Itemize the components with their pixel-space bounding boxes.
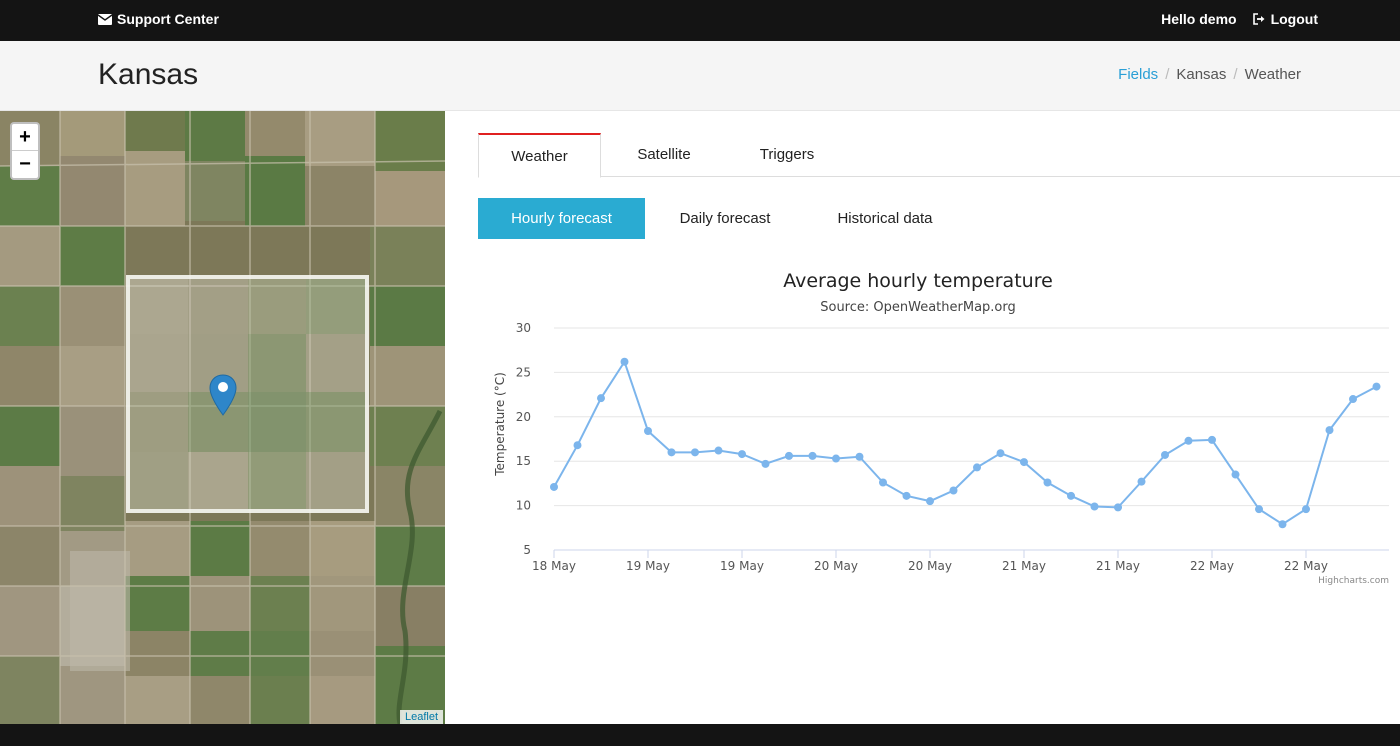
x-tick-label: 19 May — [626, 559, 670, 573]
data-point[interactable] — [1302, 505, 1310, 514]
chart-grid — [554, 327, 1389, 551]
data-point[interactable] — [1090, 502, 1099, 511]
data-point[interactable] — [832, 454, 840, 463]
data-point[interactable] — [973, 463, 981, 472]
satellite-map[interactable]: + − Leaflet — [0, 111, 445, 724]
subtab-historical-data[interactable]: Historical data — [805, 198, 965, 239]
x-tick-label: 22 May — [1284, 559, 1328, 573]
y-tick-label: 5 — [523, 543, 531, 557]
y-tick-label: 15 — [516, 454, 531, 468]
data-point[interactable] — [902, 491, 911, 500]
breadcrumb-kansas: Kansas — [1176, 66, 1227, 83]
x-tick-label: 21 May — [1002, 559, 1046, 573]
x-tick-label: 20 May — [814, 559, 858, 573]
main-tabs: Weather Satellite Triggers — [478, 133, 1400, 178]
field-grid — [130, 279, 365, 509]
y-tick-label: 25 — [516, 365, 531, 379]
logout-link[interactable]: Logout — [1252, 11, 1318, 27]
subtab-hourly-forecast[interactable]: Hourly forecast — [478, 198, 645, 239]
x-tick-label: 21 May — [1096, 559, 1140, 573]
field-boundary[interactable] — [126, 275, 369, 513]
data-point[interactable] — [1020, 458, 1028, 467]
data-point[interactable] — [1255, 505, 1263, 514]
data-point[interactable] — [949, 486, 958, 495]
x-axis-ticks: 18 May 19 May 19 May 20 May 20 May 21 May 21 M… — [532, 550, 1328, 573]
tab-satellite[interactable]: Satellite — [602, 133, 726, 177]
x-tick-label: 19 May — [720, 559, 764, 573]
data-point[interactable] — [1208, 435, 1216, 444]
chart-title: Average hourly temperature — [783, 270, 1053, 292]
brand-label: Support Center — [117, 11, 219, 27]
y-tick-label: 30 — [516, 321, 531, 335]
data-point[interactable] — [1184, 436, 1193, 445]
data-point[interactable] — [926, 497, 934, 506]
data-point[interactable] — [1325, 426, 1334, 435]
zoom-control: + − — [10, 122, 40, 180]
logout-icon — [1252, 13, 1265, 25]
data-point[interactable] — [1278, 520, 1287, 529]
breadcrumb: Fields / Kansas / Weather — [1118, 66, 1301, 83]
data-point[interactable] — [879, 478, 887, 487]
page-title: Kansas — [98, 58, 199, 91]
data-point[interactable] — [573, 441, 582, 450]
series-points — [550, 357, 1381, 529]
footer-bar — [0, 724, 1400, 746]
x-tick-label: 20 May — [908, 559, 952, 573]
breadcrumb-separator: / — [1165, 66, 1170, 83]
page-header: Kansas Fields / Kansas / Weather — [0, 41, 1400, 111]
breadcrumb-separator: / — [1233, 66, 1238, 83]
data-point[interactable] — [714, 446, 723, 455]
data-point[interactable] — [855, 452, 864, 461]
map-marker-icon[interactable] — [209, 374, 237, 416]
data-point[interactable] — [761, 459, 770, 468]
data-point[interactable] — [738, 450, 746, 459]
subtab-daily-forecast[interactable]: Daily forecast — [645, 198, 805, 239]
data-point[interactable] — [1372, 382, 1381, 391]
data-point[interactable] — [785, 451, 793, 460]
zoom-in-button[interactable]: + — [12, 124, 38, 151]
data-point[interactable] — [1137, 477, 1146, 486]
series-line — [553, 359, 1377, 526]
envelope-icon — [98, 13, 112, 25]
breadcrumb-weather: Weather — [1244, 66, 1301, 83]
breadcrumb-fields[interactable]: Fields — [1118, 66, 1158, 83]
leaflet-attribution-link[interactable]: Leaflet — [399, 710, 443, 724]
user-greeting[interactable]: Hello demo — [1161, 11, 1236, 27]
y-axis-ticks: 5 10 15 20 25 30 — [516, 321, 531, 557]
zoom-out-button[interactable]: − — [12, 151, 38, 178]
data-point[interactable] — [1043, 478, 1052, 487]
temperature-chart: Average hourly temperature Source: OpenW… — [493, 270, 1389, 586]
x-tick-label: 22 May — [1190, 559, 1234, 573]
support-center-link[interactable]: Support Center — [98, 11, 219, 27]
data-point[interactable] — [1114, 503, 1122, 512]
x-tick-label: 18 May — [532, 559, 576, 573]
data-point[interactable] — [1067, 491, 1075, 500]
logout-label: Logout — [1270, 11, 1318, 27]
y-tick-label: 20 — [516, 410, 531, 424]
data-point[interactable] — [691, 448, 699, 457]
data-point[interactable] — [620, 357, 629, 366]
data-point[interactable] — [808, 451, 817, 460]
tab-weather[interactable]: Weather — [478, 133, 601, 178]
top-navbar: Support Center Hello demo Logout — [0, 0, 1400, 41]
data-point[interactable] — [644, 427, 652, 436]
data-point[interactable] — [1231, 470, 1240, 479]
chart-credits[interactable]: Highcharts.com — [1318, 576, 1389, 586]
data-point[interactable] — [1161, 450, 1169, 459]
data-point[interactable] — [550, 482, 558, 491]
tab-triggers[interactable]: Triggers — [726, 133, 848, 177]
data-point[interactable] — [667, 448, 676, 457]
chart-subtitle: Source: OpenWeatherMap.org — [820, 300, 1016, 315]
data-point[interactable] — [996, 449, 1005, 458]
y-axis-label: Temperature (°C) — [493, 372, 507, 477]
y-tick-label: 10 — [516, 499, 531, 513]
data-point[interactable] — [597, 394, 605, 403]
data-point[interactable] — [1349, 395, 1357, 404]
